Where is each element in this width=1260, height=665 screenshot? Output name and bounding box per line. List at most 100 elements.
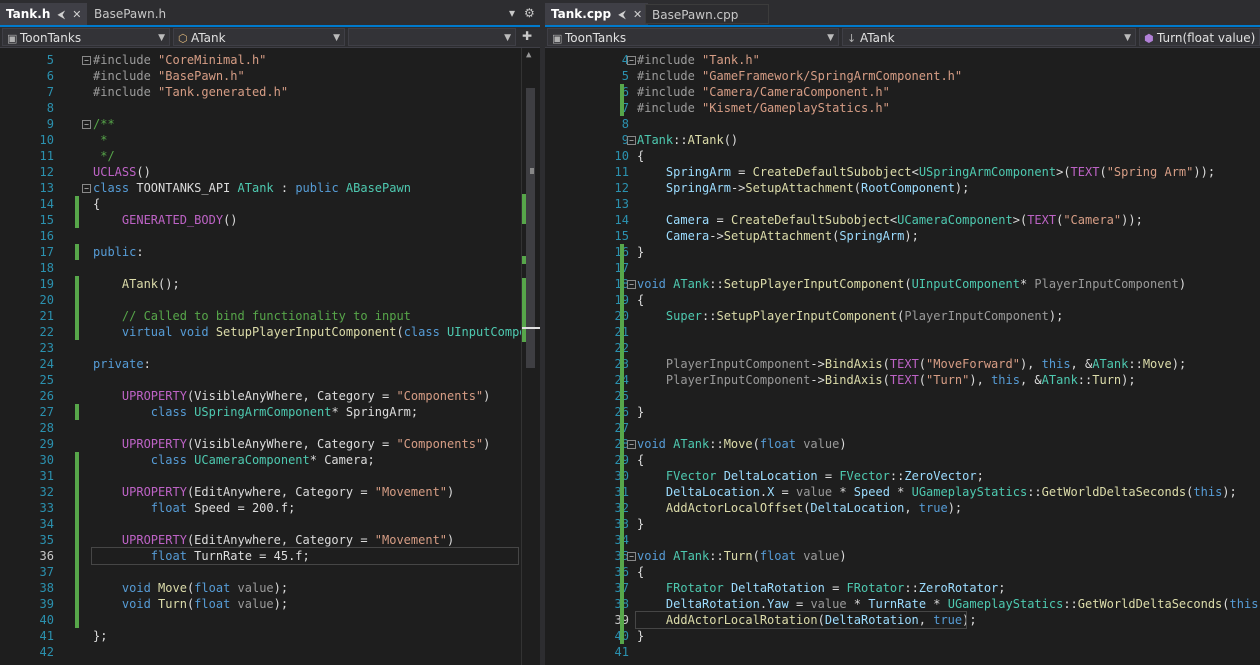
code-text[interactable]: #include "Tank.generated.h" (93, 84, 288, 100)
tab-tank-cpp[interactable]: Tank.cpp ⮜ ✕ (545, 3, 649, 26)
code-line[interactable]: 38 DeltaRotation.Yaw = value * TurnRate … (545, 596, 1260, 612)
code-text[interactable]: class UCameraComponent* Camera; (93, 452, 375, 468)
code-text[interactable]: } (637, 516, 644, 532)
code-text[interactable]: #include "GameFramework/SpringArmCompone… (637, 68, 962, 84)
code-line[interactable]: 11 */ (0, 148, 540, 164)
code-line[interactable]: 32 AddActorLocalOffset(DeltaLocation, tr… (545, 500, 1260, 516)
code-line[interactable]: 8 (545, 116, 1260, 132)
code-line[interactable]: 36{ (545, 564, 1260, 580)
code-line[interactable]: 14 Camera = CreateDefaultSubobject<UCame… (545, 212, 1260, 228)
code-text[interactable]: UPROPERTY(EditAnywhere, Category = "Move… (93, 532, 454, 548)
project-dropdown[interactable]: ▣ ToonTanks ▼ (2, 28, 170, 46)
code-text[interactable]: } (637, 244, 644, 260)
collapse-icon[interactable]: − (82, 120, 91, 129)
code-text[interactable]: class TOONTANKS_API ATank : public ABase… (93, 180, 411, 196)
code-line[interactable]: 20 (0, 292, 540, 308)
code-line[interactable]: 15 GENERATED_BODY() (0, 212, 540, 228)
scope-dropdown[interactable]: ⬡ ATank ▼ (173, 28, 345, 46)
code-text[interactable]: } (637, 628, 644, 644)
close-icon[interactable]: ✕ (633, 4, 642, 26)
left-code-editor[interactable]: 5− #include "CoreMinimal.h" 6 #include "Bas… (0, 48, 540, 665)
code-text[interactable]: void Turn(float value); (93, 596, 288, 612)
code-line[interactable]: 37 (0, 564, 540, 580)
split-window-icon[interactable]: ✚ (522, 29, 532, 43)
code-line[interactable]: 26} (545, 404, 1260, 420)
scrollbar-thumb[interactable] (526, 88, 535, 368)
code-text[interactable]: UCLASS() (93, 164, 151, 180)
project-dropdown[interactable]: ▣ ToonTanks ▼ (547, 28, 839, 46)
code-line[interactable]: 40} (545, 628, 1260, 644)
code-text[interactable]: virtual void SetupPlayerInputComponent(c… (93, 324, 540, 340)
code-text[interactable]: FRotator DeltaRotation = FRotator::ZeroR… (637, 580, 1006, 596)
code-text[interactable]: PlayerInputComponent->BindAxis(TEXT("Tur… (637, 372, 1136, 388)
code-line[interactable]: 17 public: (0, 244, 540, 260)
code-text[interactable]: public: (93, 244, 144, 260)
tab-tank-h[interactable]: Tank.h ⮜ ✕ (0, 3, 88, 25)
code-text[interactable]: * (93, 132, 107, 148)
tab-dropdown-icon[interactable]: ▾ (509, 6, 515, 20)
code-line[interactable]: 27 class USpringArmComponent* SpringArm; (0, 404, 540, 420)
code-line[interactable]: 18 (0, 260, 540, 276)
code-line[interactable]: 35 UPROPERTY(EditAnywhere, Category = "M… (0, 532, 540, 548)
code-text[interactable]: { (637, 292, 644, 308)
code-line[interactable]: 33 float Speed = 200.f; (0, 500, 540, 516)
code-line[interactable]: 10 * (0, 132, 540, 148)
code-line[interactable]: 30 FVector DeltaLocation = FVector::Zero… (545, 468, 1260, 484)
code-line[interactable]: 7 #include "Tank.generated.h" (0, 84, 540, 100)
code-line[interactable]: 33} (545, 516, 1260, 532)
code-line[interactable]: 22 virtual void SetupPlayerInputComponen… (0, 324, 540, 340)
tab-basepawn-h[interactable]: BasePawn.h (88, 4, 172, 24)
member-dropdown[interactable]: ⬢ Turn(float value) (1139, 28, 1260, 46)
code-line[interactable]: 17 (545, 260, 1260, 276)
code-line[interactable]: 9 −/** (0, 116, 540, 132)
code-text[interactable]: SpringArm->SetupAttachment(RootComponent… (637, 180, 969, 196)
code-line[interactable]: 23 PlayerInputComponent->BindAxis(TEXT("… (545, 356, 1260, 372)
code-line[interactable]: 12 UCLASS() (0, 164, 540, 180)
code-text[interactable]: void Move(float value); (93, 580, 288, 596)
code-line[interactable]: 29 UPROPERTY(VisibleAnyWhere, Category =… (0, 436, 540, 452)
code-line[interactable]: 12 SpringArm->SetupAttachment(RootCompon… (545, 180, 1260, 196)
code-line[interactable]: 22 (545, 340, 1260, 356)
code-text[interactable]: Camera = CreateDefaultSubobject<UCameraC… (637, 212, 1143, 228)
collapse-icon[interactable]: − (82, 184, 91, 193)
code-line[interactable]: 27 (545, 420, 1260, 436)
pin-icon[interactable]: ⮜ (618, 4, 626, 26)
code-line[interactable]: 39 void Turn(float value); (0, 596, 540, 612)
code-text[interactable]: }; (93, 628, 107, 644)
code-line[interactable]: 41 (545, 644, 1260, 660)
code-text[interactable]: UPROPERTY(EditAnywhere, Category = "Move… (93, 484, 454, 500)
code-line[interactable]: 6 #include "BasePawn.h" (0, 68, 540, 84)
code-text[interactable]: FVector DeltaLocation = FVector::ZeroVec… (637, 468, 984, 484)
code-text[interactable]: /** (93, 116, 115, 132)
code-line[interactable]: 23 (0, 340, 540, 356)
code-text[interactable]: SpringArm = CreateDefaultSubobject<USpri… (637, 164, 1215, 180)
code-text[interactable]: GENERATED_BODY() (93, 212, 238, 228)
collapse-icon[interactable]: − (627, 280, 636, 289)
code-line[interactable]: 5 #include "GameFramework/SpringArmCompon… (545, 68, 1260, 84)
code-line[interactable]: 15 Camera->SetupAttachment(SpringArm); (545, 228, 1260, 244)
code-text[interactable]: #include "Camera/CameraComponent.h" (637, 84, 890, 100)
code-line[interactable]: 4− #include "Tank.h" (545, 52, 1260, 68)
code-text[interactable]: DeltaRotation.Yaw = value * TurnRate * U… (637, 596, 1260, 612)
code-text[interactable]: Camera->SetupAttachment(SpringArm); (637, 228, 919, 244)
code-text[interactable]: AddActorLocalOffset(DeltaLocation, true)… (637, 500, 962, 516)
code-text[interactable]: { (637, 452, 644, 468)
code-text[interactable]: UPROPERTY(VisibleAnyWhere, Category = "C… (93, 436, 490, 452)
code-line[interactable]: 37 FRotator DeltaRotation = FRotator::Ze… (545, 580, 1260, 596)
code-line[interactable]: 13 (545, 196, 1260, 212)
code-text[interactable]: float Speed = 200.f; (93, 500, 296, 516)
scope-dropdown[interactable]: ↓ ATank ▼ (842, 28, 1136, 46)
code-line[interactable]: 34 (0, 516, 540, 532)
code-line[interactable]: 5 − #include "CoreMinimal.h" (0, 52, 540, 68)
code-line[interactable]: 25 (545, 388, 1260, 404)
code-text[interactable]: DeltaLocation.X = value * Speed * UGamep… (637, 484, 1237, 500)
code-line[interactable]: 11 SpringArm = CreateDefaultSubobject<US… (545, 164, 1260, 180)
code-line[interactable]: 7 #include "Kismet/GameplayStatics.h" (545, 100, 1260, 116)
code-line[interactable]: 41}; (0, 628, 540, 644)
code-line[interactable]: 29{ (545, 452, 1260, 468)
code-text[interactable]: { (637, 564, 644, 580)
code-line[interactable]: 13 − class TOONTANKS_API ATank : public AB… (0, 180, 540, 196)
code-text[interactable]: void ATank::Turn(float value) (637, 548, 847, 564)
code-line[interactable]: 19{ (545, 292, 1260, 308)
code-line[interactable]: 38 void Move(float value); (0, 580, 540, 596)
